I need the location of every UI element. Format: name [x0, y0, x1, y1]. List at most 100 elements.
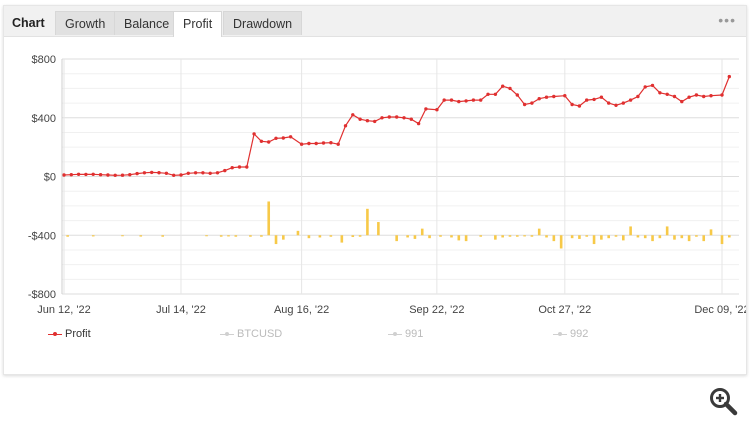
legend-item-profit[interactable]: Profit [48, 328, 91, 340]
btcusd-bar [219, 235, 223, 237]
profit-point [365, 119, 370, 123]
profit-point [607, 101, 611, 105]
y-tick-label: -$800 [28, 289, 56, 301]
profit-point [544, 95, 549, 99]
chart-axes: $800 $400 $0 -$400 -$800 Jun 12, '22 Jul 14, '… [28, 54, 746, 316]
profit-point [522, 102, 527, 107]
profit-point [259, 139, 264, 143]
btcusd-bar [377, 222, 380, 236]
profit-point [373, 119, 377, 124]
profit-point [599, 95, 604, 99]
btcusd-bar [600, 235, 603, 240]
btcusd-bar [307, 235, 311, 239]
profit-point [230, 166, 234, 170]
btcusd-bar [340, 235, 344, 243]
btcusd-bar [249, 235, 252, 237]
btcusd-bar [643, 235, 647, 239]
profit-point [135, 171, 139, 176]
profit-point [395, 115, 399, 119]
btcusd-bar [537, 228, 541, 236]
btcusd-bar [530, 235, 534, 237]
profit-point [563, 94, 567, 98]
btcusd-bar [494, 235, 497, 240]
btcusd-bar [585, 235, 589, 237]
btcusd-bar [267, 201, 271, 236]
btcusd-bar [464, 235, 468, 242]
profit-point [98, 173, 103, 177]
profit-point [215, 171, 220, 175]
profit-point [164, 171, 169, 175]
profit-point [252, 132, 256, 136]
btcusd-bar [570, 235, 574, 239]
legend-item-992[interactable]: 992 [553, 328, 588, 340]
profit-point [508, 86, 512, 91]
btcusd-bar [523, 235, 526, 237]
profit-point [387, 115, 391, 119]
profit-point [493, 92, 498, 97]
x-tick-label: Jun 12, '22 [37, 304, 90, 316]
profit-point [267, 140, 271, 144]
profit-point [665, 92, 669, 97]
btcusd-bar [329, 235, 333, 237]
profit-point [321, 141, 326, 145]
992-legend-marker [553, 329, 567, 339]
zoom-in-icon[interactable] [708, 386, 738, 416]
profit-point [245, 165, 249, 169]
btcusd-bar [673, 235, 676, 240]
profit-point [680, 99, 684, 104]
btcusd-bar [420, 228, 424, 236]
profit-point [299, 142, 304, 146]
profit-point [351, 113, 355, 117]
btcusd-bar [428, 235, 431, 239]
btcusd-bar [274, 235, 278, 245]
profit-point [694, 93, 699, 97]
btcusd-bar [709, 229, 713, 236]
x-tick-label: Oct 27, '22 [538, 304, 591, 316]
profit-point [479, 98, 483, 102]
profit-point [307, 141, 311, 146]
btcusd-bar [720, 235, 724, 245]
btcusd-bar [578, 235, 581, 239]
x-tick-label: Jul 14, '22 [156, 304, 206, 316]
profit-point [179, 173, 183, 177]
btcusd-bar [680, 235, 684, 239]
btcusd-bar [614, 235, 618, 237]
btcusd-legend-marker [220, 329, 234, 339]
legend-label-btcusd: BTCUSD [237, 328, 283, 341]
legend-item-991[interactable]: 991 [388, 328, 423, 340]
btcusd-bar [702, 235, 706, 242]
profit-point [720, 93, 724, 97]
btcusd-bar [260, 235, 263, 237]
x-tick-label: Dec 09, '22 [694, 304, 746, 316]
btcusd-bar [592, 235, 596, 245]
profit-legend-marker [48, 329, 62, 339]
profit-point [120, 173, 125, 177]
btcusd-bar [161, 235, 164, 237]
btcusd-bar [545, 235, 548, 238]
profit-point [650, 83, 655, 88]
991-legend-marker [388, 329, 402, 339]
profit-point [193, 171, 198, 175]
profit-point [449, 98, 454, 102]
profit-point [643, 85, 647, 89]
profit-point [157, 171, 161, 175]
profit-point [409, 117, 413, 121]
btcusd-bar [622, 235, 625, 241]
btcusd-bar [121, 235, 124, 237]
profit-point [577, 104, 582, 108]
legend-item-btcusd[interactable]: BTCUSD [220, 328, 282, 340]
profit-point [172, 173, 176, 177]
legend-label-991: 991 [405, 328, 424, 341]
profit-point [530, 101, 534, 105]
x-tick-label: Sep 22, '22 [409, 304, 464, 316]
btcusd-bar [450, 235, 453, 238]
btcusd-bar [282, 235, 285, 240]
y-tick-label: $400 [32, 113, 56, 125]
profit-point [186, 171, 190, 175]
profit-point [150, 170, 154, 175]
profit-point [702, 94, 706, 99]
profit-line [63, 76, 730, 176]
profit-point [621, 101, 625, 105]
profit-point [142, 171, 147, 175]
profit-point [537, 97, 541, 101]
